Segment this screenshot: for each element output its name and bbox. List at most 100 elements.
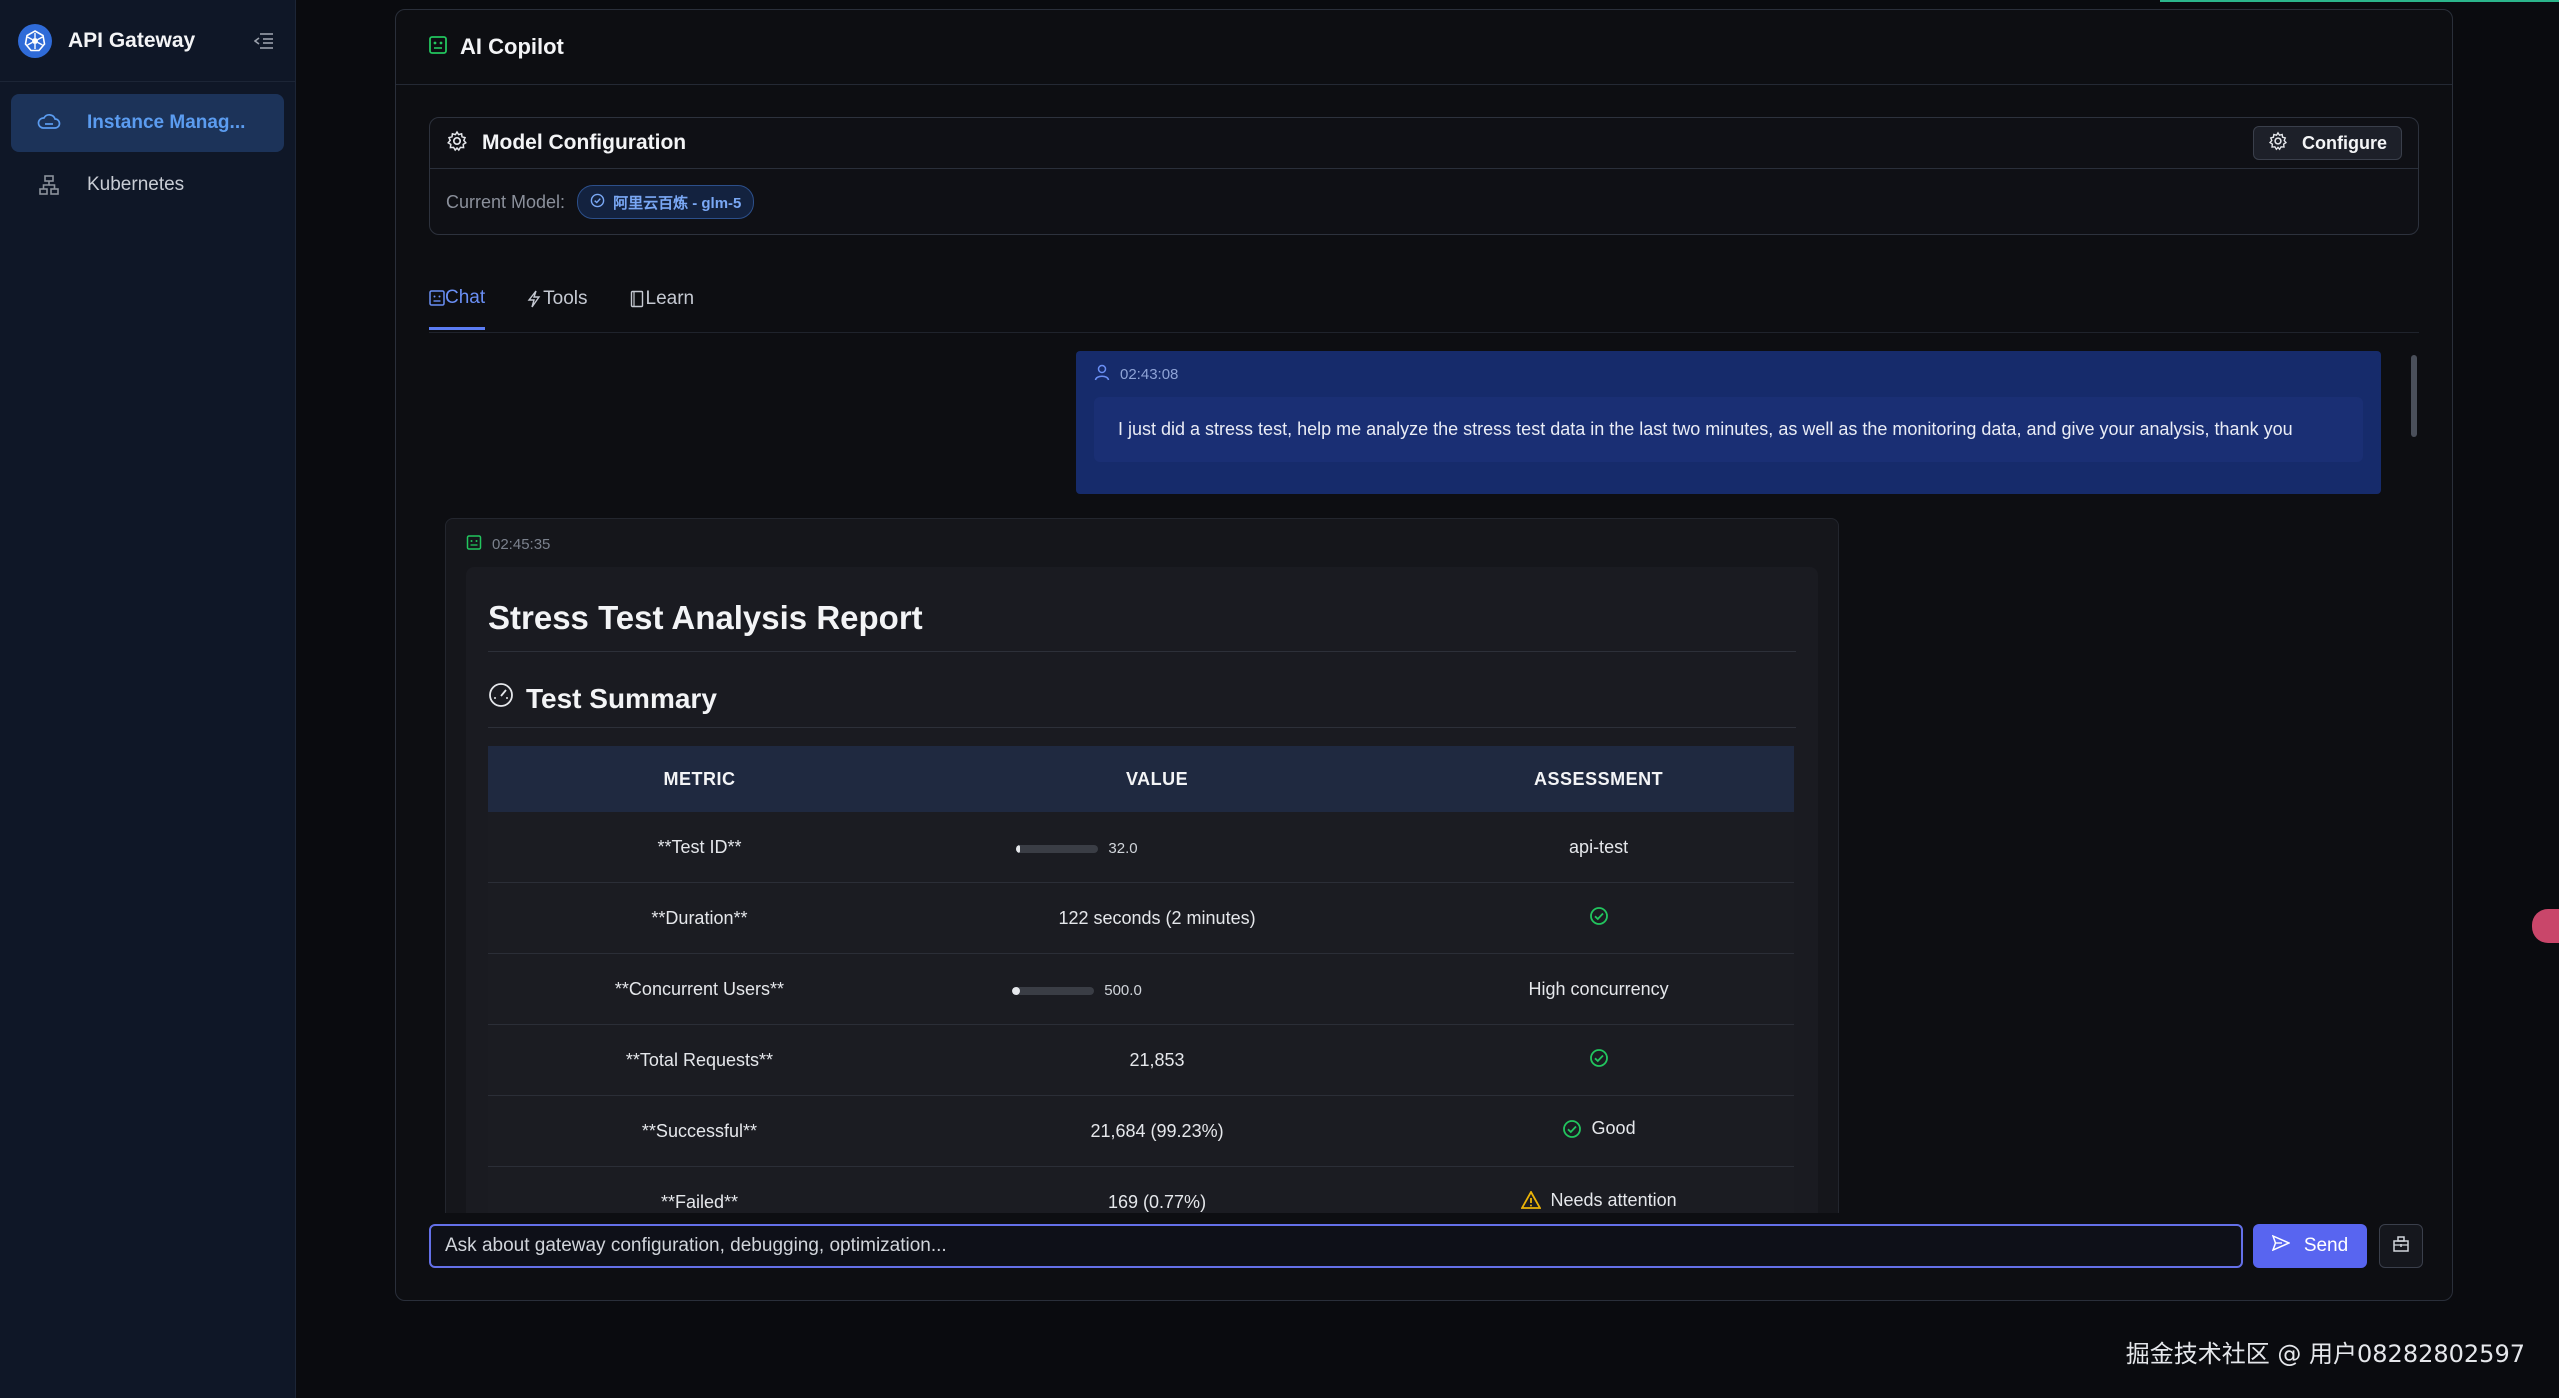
table-row: **Duration** 122 seconds (2 minutes) — [488, 882, 1794, 954]
user-message-time: 02:43:08 — [1120, 365, 1179, 383]
assessment — [1589, 906, 1609, 926]
metric-cell: **Test ID** — [488, 812, 911, 883]
value-text: 169 (0.77%) — [1108, 1191, 1207, 1212]
value-progress: 500.0 — [1012, 982, 1142, 999]
assistant-message-time: 02:45:35 — [492, 535, 551, 553]
user-message: 02:43:08 I just did a stress test, help … — [1076, 351, 2381, 494]
chat-scroll-area[interactable]: 02:43:08 I just did a stress test, help … — [429, 345, 2429, 1213]
watermark: 掘金技术社区 @ 用户08282802597 — [2125, 1340, 2525, 1368]
assistant-message-meta: 02:45:35 — [466, 531, 1818, 557]
assessment-cell: api-test — [1403, 812, 1794, 883]
assessment-text: api-test — [1569, 836, 1629, 857]
section-title: Test Summary — [488, 682, 1796, 728]
toolbox-button[interactable] — [2379, 1224, 2423, 1268]
assessment-cell — [1403, 882, 1794, 954]
warning-icon — [1520, 1191, 1541, 1210]
value-cell: 169 (0.77%) — [910, 1166, 1404, 1213]
value-text: 21,684 (99.23%) — [1090, 1120, 1224, 1141]
sidebar-item-label: Instance Manag... — [87, 112, 246, 133]
value-cell: 32.0 — [910, 812, 1404, 883]
send-button[interactable]: Send — [2253, 1224, 2367, 1268]
chat-input[interactable] — [429, 1224, 2243, 1268]
value-text: 122 seconds (2 minutes) — [1058, 907, 1256, 928]
check-circle-icon — [590, 193, 605, 212]
tab-label: Chat — [445, 286, 486, 308]
user-message-meta: 02:43:08 — [1094, 361, 2363, 387]
assessment: High concurrency — [1529, 979, 1669, 1000]
progress-track — [1012, 986, 1095, 995]
progress-track — [1016, 844, 1099, 853]
column-header-assessment: ASSESSMENT — [1403, 746, 1794, 812]
value-text: 500.0 — [1104, 982, 1142, 999]
tab-learn[interactable]: Learn — [630, 268, 695, 330]
chat-input-row: Send — [429, 1223, 2429, 1269]
sidebar: API Gateway Instance Manag... Kubernetes — [0, 0, 296, 1398]
chat-bot-icon — [429, 289, 445, 307]
chat-scrollbar[interactable] — [2411, 355, 2417, 437]
panel-title: AI Copilot — [460, 34, 564, 59]
model-card-header: Model Configuration Configure — [430, 118, 2418, 169]
assessment — [1589, 1048, 1609, 1068]
current-model-tag: 阿里云百炼 - glm-5 — [577, 185, 755, 219]
panel-header: AI Copilot — [396, 10, 2452, 85]
assessment-text: Good — [1591, 1118, 1636, 1139]
gauge-icon — [488, 682, 514, 715]
document-icon — [630, 290, 646, 308]
table-row: **Concurrent Users** 500.0 High concurrenc… — [488, 953, 1794, 1025]
sidebar-item-instance-management[interactable]: Instance Manag... — [11, 94, 284, 152]
kubernetes-logo-icon — [18, 23, 52, 58]
user-message-text: I just did a stress test, help me analyz… — [1094, 397, 2363, 462]
value-cell: 21,684 (99.23%) — [910, 1095, 1404, 1167]
check-circle-icon — [1589, 1048, 1609, 1068]
gear-icon — [2268, 131, 2288, 156]
assessment: Needs attention — [1520, 1189, 1677, 1211]
progress-fill — [1012, 986, 1021, 995]
progress-fill — [1016, 844, 1021, 853]
value-progress: 32.0 — [1016, 840, 1138, 857]
value-cell: 500.0 — [910, 953, 1404, 1025]
configure-label: Configure — [2302, 132, 2387, 153]
assessment-cell: Needs attention — [1403, 1166, 1794, 1213]
assistant-message-content: Stress Test Analysis Report Test Summary… — [466, 567, 1818, 1213]
metric-cell: **Duration** — [488, 882, 911, 954]
assessment-text: Needs attention — [1550, 1189, 1677, 1210]
report-title: Stress Test Analysis Report — [488, 599, 1796, 652]
model-config-title: Model Configuration — [482, 131, 687, 154]
floating-assistant-widget[interactable] — [2532, 909, 2559, 943]
app-title: API Gateway — [68, 28, 196, 52]
value-text: 32.0 — [1108, 840, 1138, 857]
gear-icon — [446, 130, 468, 157]
metric-cell: **Failed** — [488, 1166, 911, 1213]
value-cell: 21,853 — [910, 1024, 1404, 1096]
assessment-cell: High concurrency — [1403, 953, 1794, 1025]
send-label: Send — [2303, 1235, 2349, 1256]
model-configuration-card: Model Configuration Configure Current Mo… — [429, 117, 2419, 235]
model-card-body: Current Model: 阿里云百炼 - glm-5 — [430, 169, 2418, 235]
brand-header: API Gateway — [0, 0, 295, 82]
tab-tools[interactable]: Tools — [527, 268, 588, 330]
robot-icon — [466, 534, 482, 555]
sidebar-item-kubernetes[interactable]: Kubernetes — [11, 156, 284, 214]
collapse-sidebar-icon[interactable] — [251, 28, 277, 54]
table-row: **Total Requests** 21,853 — [488, 1024, 1794, 1096]
current-model-name: 阿里云百炼 - glm-5 — [613, 194, 742, 212]
configure-button[interactable]: Configure — [2253, 126, 2402, 160]
send-icon — [2271, 1234, 2291, 1257]
test-summary-table: METRIC VALUE ASSESSMENT **Test ID** 32.0 a… — [488, 746, 1794, 1213]
tab-chat[interactable]: Chat — [429, 268, 486, 330]
assessment-cell: Good — [1403, 1095, 1794, 1167]
column-header-value: VALUE — [910, 746, 1404, 812]
table-header-row: METRIC VALUE ASSESSMENT — [488, 746, 1794, 812]
current-model-label: Current Model: — [446, 191, 566, 212]
assistant-message: 02:45:35 Stress Test Analysis Report Tes… — [445, 518, 1839, 1213]
sidebar-nav: Instance Manag... Kubernetes — [0, 82, 295, 230]
assessment: api-test — [1569, 837, 1628, 858]
value-cell: 122 seconds (2 minutes) — [910, 882, 1404, 954]
tab-label: Tools — [543, 288, 588, 309]
tab-label: Learn — [645, 288, 695, 309]
check-circle-icon — [1562, 1119, 1582, 1139]
column-header-metric: METRIC — [488, 746, 911, 812]
cluster-icon — [37, 173, 61, 197]
ai-copilot-panel: AI Copilot Model Configuration Configure… — [395, 9, 2453, 1301]
copilot-tabs: Chat Tools Learn — [429, 268, 2419, 333]
